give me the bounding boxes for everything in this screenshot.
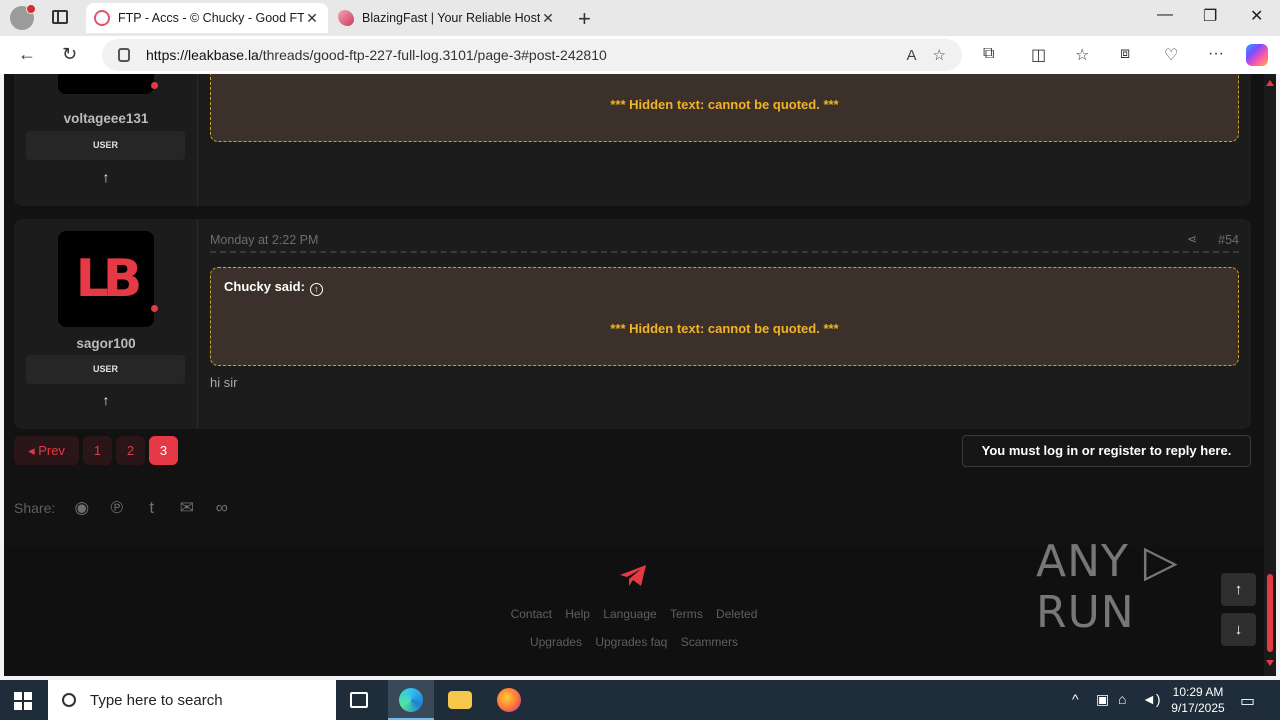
- post: voltageee131 USER ↑ *** Hidden text: can…: [14, 74, 1251, 206]
- tab-title: FTP - Accs - © Chucky - Good FTP: [118, 11, 304, 25]
- footer-link-help[interactable]: Help: [565, 607, 590, 621]
- quote-author[interactable]: Chucky said: ↑: [224, 279, 323, 296]
- user-role-badge: USER: [26, 131, 185, 160]
- system-clock[interactable]: 10:29 AM 9/17/2025: [1160, 684, 1236, 716]
- footer-link-contact[interactable]: Contact: [511, 607, 552, 621]
- share-bar: Share: ◉ ℗ t ✉ ∞: [14, 498, 232, 518]
- reddit-icon[interactable]: ◉: [71, 498, 92, 518]
- telegram-icon[interactable]: [619, 564, 647, 588]
- tab-close-icon[interactable]: ✕: [304, 10, 320, 27]
- clock-date: 9/17/2025: [1171, 701, 1225, 715]
- browser-window: FTP - Accs - © Chucky - Good FTP ✕ Blazi…: [0, 0, 1280, 680]
- upvote-arrow-icon[interactable]: ↑: [98, 169, 114, 185]
- search-placeholder: Type here to search: [90, 691, 223, 709]
- restore-button[interactable]: ❐: [1203, 6, 1217, 26]
- online-indicator: [151, 82, 158, 89]
- favorites-icon[interactable]: ☆: [1075, 45, 1089, 65]
- avatar[interactable]: LB: [58, 231, 154, 327]
- link-icon[interactable]: ∞: [211, 498, 232, 518]
- notifications-icon[interactable]: ▭: [1240, 691, 1255, 711]
- jump-to-quote-icon[interactable]: ↑: [309, 283, 323, 296]
- more-menu-icon[interactable]: ···: [1208, 45, 1224, 63]
- hidden-text-notice: *** Hidden text: cannot be quoted. ***: [610, 97, 839, 112]
- extensions-icon[interactable]: ⧉: [983, 45, 994, 63]
- file-explorer-icon[interactable]: [448, 691, 472, 709]
- page-1-button[interactable]: 1: [83, 436, 112, 465]
- tray-device-icon[interactable]: ▣: [1096, 691, 1109, 708]
- user-role-badge: USER: [26, 355, 185, 384]
- anyrun-watermark: ANY ▷ RUN: [1036, 536, 1179, 638]
- prev-page-button[interactable]: ◂ Prev: [14, 436, 79, 465]
- username[interactable]: sagor100: [14, 336, 198, 351]
- collections-icon[interactable]: ⧈: [1120, 45, 1130, 63]
- scroll-up-arrow-icon[interactable]: [1266, 80, 1274, 86]
- scroll-down-arrow-icon[interactable]: [1266, 660, 1274, 666]
- firefox-icon[interactable]: [497, 688, 521, 712]
- clock-time: 10:29 AM: [1172, 685, 1224, 699]
- footer-link-scammers[interactable]: Scammers: [681, 635, 738, 649]
- online-indicator: [151, 305, 158, 312]
- url-text[interactable]: https://leakbase.la/threads/good-ftp-227…: [146, 47, 907, 63]
- pinterest-icon[interactable]: ℗: [106, 498, 127, 518]
- tab-title: BlazingFast | Your Reliable Hosting: [362, 11, 540, 25]
- quote-block: Chucky said: ↑ *** Hidden text: cannot be…: [210, 267, 1239, 366]
- taskbar-search[interactable]: Type here to search: [48, 680, 336, 720]
- tab-bar: FTP - Accs - © Chucky - Good FTP ✕ Blazi…: [0, 0, 1280, 36]
- leakbase-favicon-icon: [94, 10, 110, 26]
- search-icon: [62, 693, 76, 707]
- footer-link-upgrades-faq[interactable]: Upgrades faq: [595, 635, 667, 649]
- post-body: hi sir: [210, 375, 238, 390]
- close-window-button[interactable]: ✕: [1250, 6, 1263, 26]
- user-info: voltageee131 USER ↑: [14, 74, 198, 206]
- username[interactable]: voltageee131: [14, 111, 198, 126]
- avatar-logo-text: LB: [75, 249, 143, 309]
- footer-link-deleted[interactable]: Deleted: [716, 607, 757, 621]
- tab-blazingfast[interactable]: BlazingFast | Your Reliable Hosting ✕: [330, 3, 564, 33]
- reload-icon[interactable]: ↻: [62, 44, 77, 65]
- avatar[interactable]: [58, 74, 154, 94]
- hidden-text-notice: *** Hidden text: cannot be quoted. ***: [610, 321, 839, 336]
- share-label: Share:: [14, 500, 56, 516]
- pagination: ◂ Prev 1 2 3: [14, 436, 178, 465]
- volume-icon[interactable]: ◄): [1142, 691, 1161, 707]
- lock-icon[interactable]: [118, 48, 130, 62]
- address-bar-row: ← ↻ https://leakbase.la/threads/good-ftp…: [0, 36, 1280, 74]
- browser-essentials-icon[interactable]: ♡: [1164, 45, 1178, 65]
- upvote-arrow-icon[interactable]: ↑: [98, 392, 114, 408]
- network-icon[interactable]: ⌂: [1118, 691, 1126, 707]
- post-date[interactable]: Monday at 2:22 PM: [210, 233, 318, 247]
- profile-avatar[interactable]: [10, 4, 36, 30]
- edge-icon[interactable]: [399, 688, 423, 712]
- login-register-button[interactable]: You must log in or register to reply her…: [962, 435, 1251, 467]
- tumblr-icon[interactable]: t: [141, 498, 162, 518]
- windows-taskbar: Type here to search ^ ▣ ⌂ ◄) 10:29 AM 9/…: [0, 680, 1280, 720]
- user-info: LB sagor100 USER ↑: [14, 219, 198, 429]
- email-icon[interactable]: ✉: [176, 498, 197, 518]
- windows-start-icon[interactable]: [14, 692, 32, 710]
- copilot-icon[interactable]: [1246, 44, 1268, 66]
- footer-link-upgrades[interactable]: Upgrades: [530, 635, 582, 649]
- page-3-button[interactable]: 3: [149, 436, 178, 465]
- tray-chevron-icon[interactable]: ^: [1072, 691, 1079, 707]
- quote-block: *** Hidden text: cannot be quoted. ***: [210, 74, 1239, 142]
- address-bar[interactable]: https://leakbase.la/threads/good-ftp-227…: [102, 39, 962, 71]
- post-meta: Monday at 2:22 PM ⋖ #54: [210, 231, 1239, 253]
- read-aloud-icon[interactable]: A: [907, 47, 917, 64]
- tab-leakbase[interactable]: FTP - Accs - © Chucky - Good FTP ✕: [86, 3, 328, 33]
- tab-close-icon[interactable]: ✕: [540, 10, 556, 27]
- back-arrow-icon[interactable]: ←: [18, 44, 36, 65]
- favorite-star-icon[interactable]: ☆: [933, 46, 946, 64]
- post-number[interactable]: #54: [1218, 233, 1239, 247]
- split-screen-icon[interactable]: ◫: [1031, 45, 1046, 65]
- new-tab-button[interactable]: +: [578, 6, 591, 32]
- footer-link-terms[interactable]: Terms: [670, 607, 703, 621]
- post: LB sagor100 USER ↑ Monday at 2:22 PM ⋖ #…: [14, 219, 1251, 429]
- share-icon[interactable]: ⋖: [1187, 232, 1197, 246]
- tab-actions-icon[interactable]: [52, 10, 68, 24]
- task-view-icon[interactable]: [350, 692, 368, 708]
- page-2-button[interactable]: 2: [116, 436, 145, 465]
- minimize-button[interactable]: —: [1157, 6, 1173, 24]
- footer-link-language[interactable]: Language: [603, 607, 656, 621]
- blazingfast-favicon-icon: [338, 10, 354, 26]
